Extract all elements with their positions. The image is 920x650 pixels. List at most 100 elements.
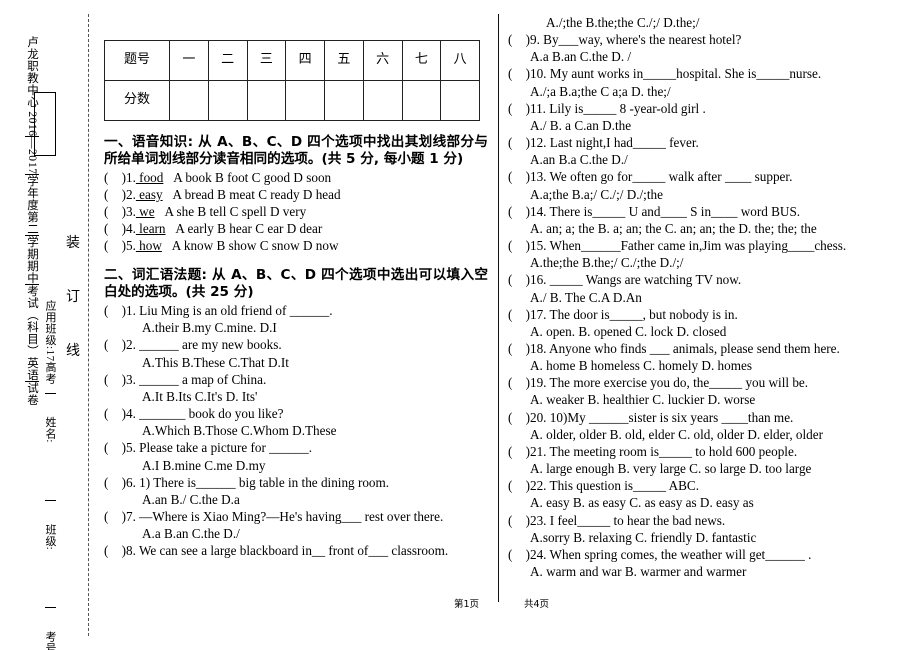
- answer-bracket[interactable]: ( ): [508, 32, 530, 47]
- answer-bracket[interactable]: ( ): [508, 101, 530, 116]
- question-item: ( )8. We can see a large blackboard in__…: [104, 542, 488, 559]
- question-options: A.Which B.Those C.Whom D.These: [142, 423, 337, 439]
- exam-number-label: 考号:: [44, 630, 56, 650]
- question-item: ( )5. how A know B show C snow D now: [104, 237, 488, 254]
- answer-bracket[interactable]: ( ): [104, 170, 126, 185]
- question-item: ( )9. By___way, where's the nearest hote…: [508, 31, 910, 48]
- question-options: A early B hear C ear D dear: [165, 221, 323, 237]
- answer-bracket[interactable]: ( ): [104, 543, 126, 558]
- content-frame: 题号 一 二 三 四 五 六 七 八 分数 一、语音知识: 从 A、B、C、D …: [104, 14, 910, 614]
- answer-bracket[interactable]: ( ): [508, 307, 530, 322]
- score-table: 题号 一 二 三 四 五 六 七 八 分数: [104, 40, 480, 121]
- header-part-9[interactable]: 英语: [25, 357, 39, 383]
- score-cell-num-0: 一: [169, 40, 209, 81]
- score-cell-val-7[interactable]: [440, 80, 480, 121]
- question-number: 20.: [529, 409, 550, 425]
- question-item: ( )4. _______ book do you like?: [104, 405, 488, 422]
- question-options: A. open. B. opened C. lock D. closed: [530, 323, 727, 339]
- answer-bracket[interactable]: ( ): [508, 444, 530, 459]
- answer-bracket[interactable]: ( ): [104, 238, 126, 253]
- question-stem: easy: [135, 186, 163, 202]
- answer-bracket[interactable]: ( ): [104, 337, 126, 352]
- footer-page-number: 第1页: [454, 599, 480, 610]
- answer-bracket[interactable]: ( ): [104, 509, 126, 524]
- answer-bracket[interactable]: ( ): [508, 375, 530, 390]
- answer-bracket[interactable]: ( ): [508, 204, 530, 219]
- question-number: 2.: [125, 186, 136, 202]
- question-item: ( )1. Liu Ming is an old friend of _____…: [104, 302, 488, 319]
- question-item: ( )2. ______ are my new books.: [104, 336, 488, 353]
- question-options: A. easy B. as easy C. as easy as D. easy…: [530, 495, 754, 511]
- question-options: A. older, older B. old, elder C. old, ol…: [530, 426, 824, 442]
- score-cell-val-1[interactable]: [207, 80, 248, 121]
- answer-bracket[interactable]: ( ): [104, 221, 126, 236]
- header-part-3[interactable]: 17: [25, 161, 39, 176]
- answer-bracket[interactable]: ( ): [508, 478, 530, 493]
- answer-bracket[interactable]: ( ): [508, 410, 530, 425]
- question-number: 5.: [125, 238, 136, 254]
- answer-bracket[interactable]: ( ): [104, 187, 126, 202]
- question-number: 4.: [125, 406, 140, 422]
- score-cell-val-3[interactable]: [285, 80, 325, 121]
- question-options: A. home B homeless C. homely D. homes: [530, 358, 752, 374]
- question-stem: This question is_____ ABC.: [549, 478, 700, 494]
- answer-bracket[interactable]: ( ): [104, 372, 126, 387]
- answer-bracket[interactable]: ( ): [104, 303, 126, 318]
- question-number: 4.: [125, 221, 136, 237]
- question-item: ( )11. Lily is_____ 8 -year-old girl .: [508, 100, 910, 117]
- score-cell-val-4[interactable]: [324, 80, 364, 121]
- question-options: A. an; a; the B. a; an; the C. an; an; t…: [530, 220, 817, 236]
- answer-bracket[interactable]: ( ): [104, 406, 126, 421]
- answer-bracket[interactable]: ( ): [508, 272, 530, 287]
- answer-bracket[interactable]: ( ): [508, 66, 530, 81]
- question-item: ( )1. food A book B foot C good D soon: [104, 169, 488, 186]
- question-stem: we: [135, 204, 155, 219]
- answer-bracket[interactable]: ( ): [508, 341, 530, 356]
- question-options: A. large enough B. very large C. so larg…: [530, 461, 812, 477]
- answer-bracket[interactable]: ( ): [104, 204, 126, 219]
- answer-bracket[interactable]: ( ): [508, 547, 530, 562]
- binding-char-zhuang: 装: [66, 235, 80, 251]
- answer-bracket[interactable]: ( ): [508, 169, 530, 184]
- question-number: 22.: [529, 478, 550, 494]
- score-cell-val-0[interactable]: [169, 80, 209, 121]
- question-options: A./ B. The C.A D.An: [530, 289, 642, 305]
- header-part-1[interactable]: 16: [25, 123, 39, 138]
- question-number: 13.: [529, 169, 550, 185]
- answer-bracket[interactable]: ( ): [508, 135, 530, 150]
- score-cell-val-6[interactable]: [401, 80, 442, 121]
- question-stem: food: [135, 169, 164, 185]
- question-number: 21.: [529, 443, 550, 459]
- question-item: ( )7. —Where is Xiao Ming?—He's having__…: [104, 508, 488, 525]
- question-stem: how: [135, 238, 162, 254]
- right-column: A./;the B.the;the C./;/ D.the;/ ( )9. By…: [508, 14, 910, 580]
- answer-bracket[interactable]: ( ): [508, 513, 530, 528]
- question-stem: Last night,I had_____ fever.: [549, 135, 699, 151]
- question-options: A bread B meat C ready D head: [162, 186, 341, 202]
- applied-class-value: 17高考: [44, 349, 56, 385]
- paper-header-vertical: 卢龙职教中心 2016—2017学年度第二学期期中考试（科目）英语试卷: [24, 36, 40, 596]
- score-cell-val-2[interactable]: [246, 80, 287, 121]
- question-stem: _____ Wangs are watching TV now.: [549, 272, 742, 288]
- question-stem: I feel_____ to hear the bad news.: [549, 512, 726, 528]
- header-part-5[interactable]: 二: [25, 223, 39, 237]
- question-stem: My aunt works in_____hospital. She is___…: [549, 66, 822, 82]
- question-stem: Anyone who finds ___ animals, please sen…: [549, 340, 840, 356]
- header-part-7[interactable]: 中: [25, 272, 39, 286]
- question-stem: learn: [135, 221, 166, 237]
- binding-dashed-line: [88, 14, 89, 636]
- answer-bracket[interactable]: ( ): [104, 475, 126, 490]
- question-item: ( )3. we A she B tell C spell D very: [104, 203, 488, 220]
- binding-line-characters: 装 订 线: [64, 236, 82, 398]
- question-number: 6.: [125, 474, 140, 490]
- applied-class-value-wrap: 应用班级:17高考: [42, 300, 58, 630]
- header-part-2: —20: [26, 137, 38, 162]
- answer-bracket[interactable]: ( ): [104, 440, 126, 455]
- score-cell-val-5[interactable]: [362, 80, 403, 121]
- left-column: 题号 一 二 三 四 五 六 七 八 分数 一、语音知识: 从 A、B、C、D …: [104, 14, 488, 560]
- score-cell-num-4: 五: [324, 40, 364, 81]
- answer-bracket[interactable]: ( ): [508, 238, 530, 253]
- question-number: 9.: [529, 32, 544, 48]
- question-stem: —Where is Xiao Ming?—He's having___ rest…: [139, 509, 444, 525]
- question-options: A.an B.a C.the D./: [530, 152, 628, 168]
